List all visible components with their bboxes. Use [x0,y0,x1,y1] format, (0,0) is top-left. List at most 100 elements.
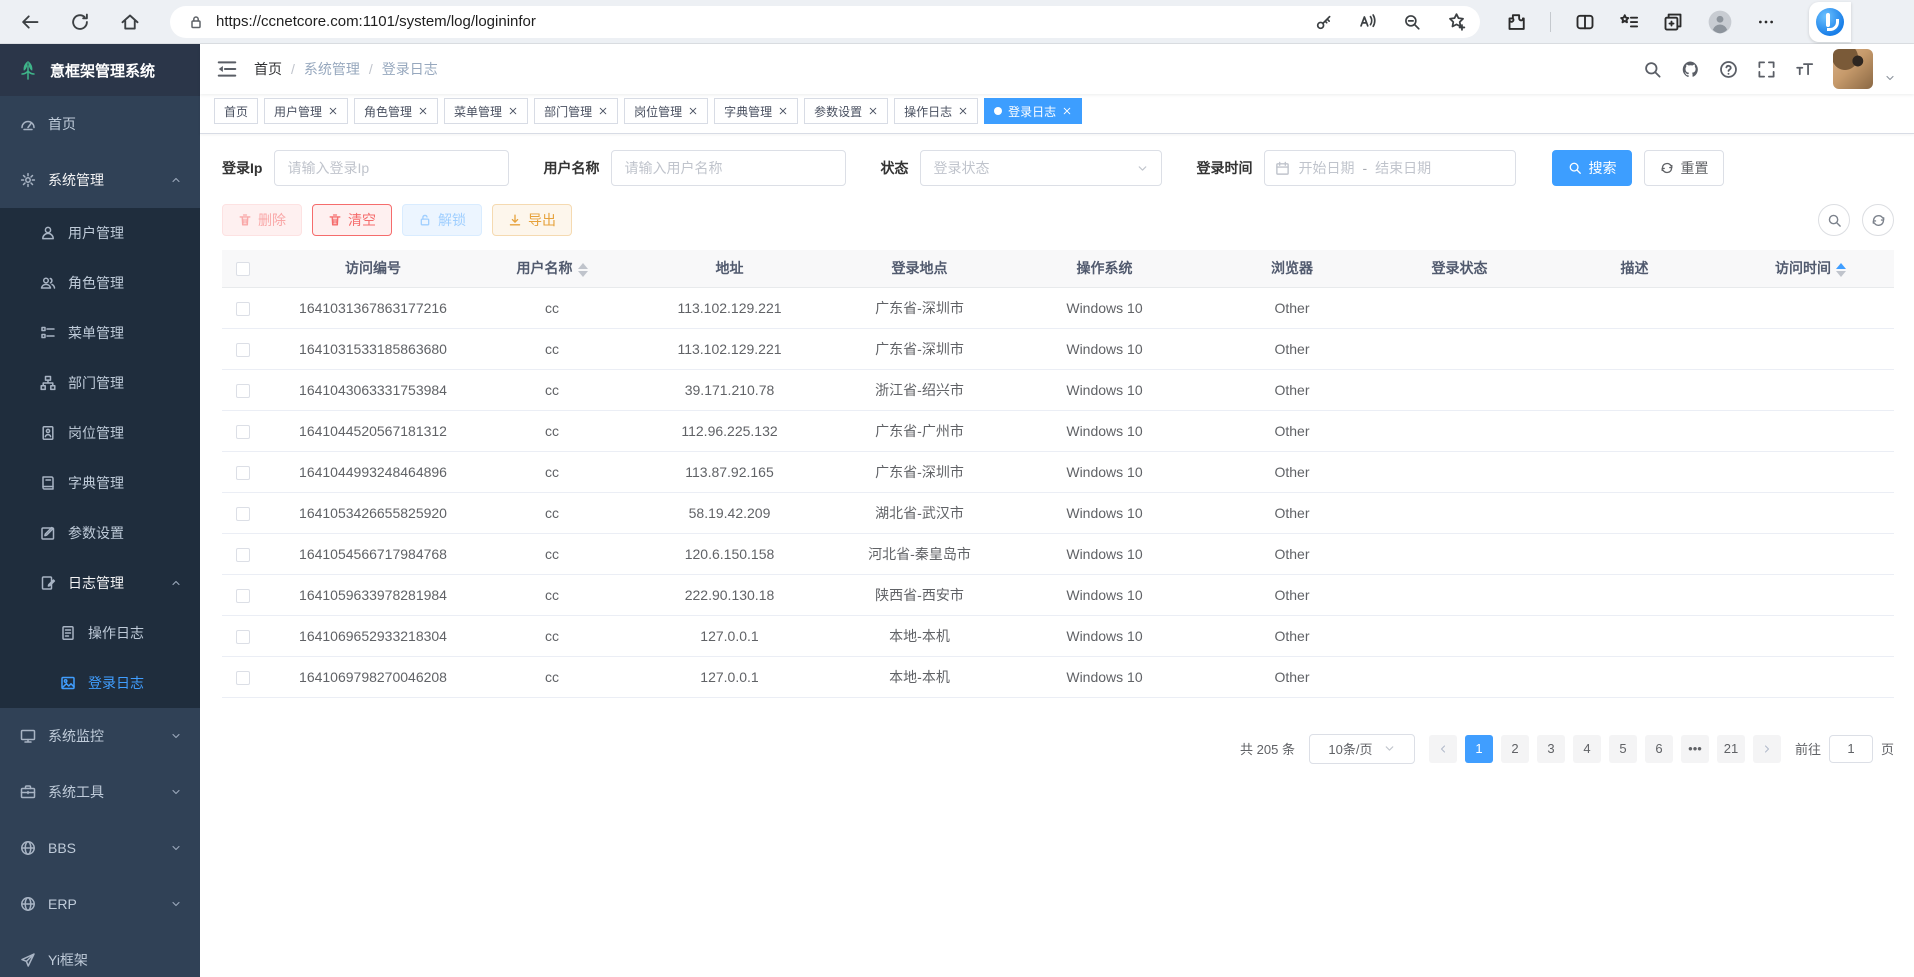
close-icon[interactable] [598,106,608,116]
username-input[interactable] [611,150,846,186]
user-avatar[interactable] [1833,49,1873,89]
close-icon[interactable] [508,106,518,116]
breadcrumb-home[interactable]: 首页 [254,59,282,79]
sidebar-item-role-mgmt[interactable]: 角色管理 [0,258,200,308]
sidebar-item-system-tools[interactable]: 系统工具 [0,764,200,820]
row-checkbox[interactable] [236,466,250,480]
sidebar-item-dept-mgmt[interactable]: 部门管理 [0,358,200,408]
search-button[interactable]: 搜索 [1552,150,1632,186]
tab-param-settings[interactable]: 参数设置 [804,98,888,124]
header-search-icon[interactable] [1643,60,1662,79]
zoom-out-icon[interactable] [1403,13,1421,31]
sidebar-item-system-monitor[interactable]: 系统监控 [0,708,200,764]
tab-dept-mgmt[interactable]: 部门管理 [534,98,618,124]
github-icon[interactable] [1681,60,1700,79]
breadcrumb-system-mgmt[interactable]: 系统管理 [304,59,360,79]
tab-role-mgmt[interactable]: 角色管理 [354,98,438,124]
ip-input[interactable] [274,150,509,186]
row-checkbox[interactable] [236,589,250,603]
close-icon[interactable] [418,106,428,116]
row-checkbox[interactable] [236,630,250,644]
tab-post-mgmt[interactable]: 岗位管理 [624,98,708,124]
favorite-star-icon[interactable] [1447,12,1466,31]
col-username[interactable]: 用户名称 [482,250,622,287]
page-size-select[interactable]: 10条/页 [1309,734,1415,764]
close-icon[interactable] [778,106,788,116]
favorites-bar-icon[interactable] [1619,12,1639,32]
font-size-icon[interactable] [1795,60,1814,79]
row-checkbox[interactable] [236,671,250,685]
browser-menu-icon[interactable] [1757,13,1775,31]
sidebar-item-menu-mgmt[interactable]: 菜单管理 [0,308,200,358]
sort-icons[interactable] [1836,263,1846,277]
sidebar-item-home[interactable]: 首页 [0,96,200,152]
read-aloud-icon[interactable] [1359,13,1377,31]
sidebar-item-erp[interactable]: ERP [0,876,200,932]
tab-user-mgmt[interactable]: 用户管理 [264,98,348,124]
tab-menu-mgmt[interactable]: 菜单管理 [444,98,528,124]
sidebar-item-system-mgmt[interactable]: 系统管理 [0,152,200,208]
tab-operation-log[interactable]: 操作日志 [894,98,978,124]
prev-page-button[interactable] [1429,735,1457,763]
toggle-search-button[interactable] [1818,204,1850,236]
date-range-picker[interactable]: 开始日期 - 结束日期 [1264,150,1516,186]
sidebar-item-post-mgmt[interactable]: 岗位管理 [0,408,200,458]
row-checkbox[interactable] [236,384,250,398]
site-lock-icon[interactable] [188,14,204,30]
sort-icons[interactable] [578,263,588,277]
app-logo[interactable]: 意框架管理系统 [0,44,200,96]
page-button-21[interactable]: 21 [1717,735,1745,763]
page-button-2[interactable]: 2 [1501,735,1529,763]
clear-button[interactable]: 清空 [312,204,392,236]
row-checkbox[interactable] [236,302,250,316]
sidebar-item-login-log[interactable]: 登录日志 [0,658,200,708]
row-checkbox[interactable] [236,548,250,562]
unlock-button[interactable]: 解锁 [402,204,482,236]
sidebar-item-log-mgmt[interactable]: 日志管理 [0,558,200,608]
close-icon[interactable] [958,106,968,116]
sidebar-collapse-icon[interactable] [216,58,238,80]
row-checkbox[interactable] [236,425,250,439]
page-button-5[interactable]: 5 [1609,735,1637,763]
split-screen-icon[interactable] [1575,12,1595,32]
end-date-placeholder[interactable]: 结束日期 [1375,158,1431,178]
copilot-bing-button[interactable] [1809,2,1851,42]
close-icon[interactable] [328,106,338,116]
sidebar-item-dict-mgmt[interactable]: 字典管理 [0,458,200,508]
browser-back-icon[interactable] [20,12,40,32]
goto-page-input[interactable] [1829,735,1873,763]
sidebar-item-bbs[interactable]: BBS [0,820,200,876]
password-key-icon[interactable] [1315,13,1333,31]
close-icon[interactable] [868,106,878,116]
sidebar-item-param-settings[interactable]: 参数设置 [0,508,200,558]
row-checkbox[interactable] [236,343,250,357]
fullscreen-icon[interactable] [1757,60,1776,79]
start-date-placeholder[interactable]: 开始日期 [1298,158,1354,178]
browser-profile-icon[interactable] [1707,9,1733,35]
refresh-table-button[interactable] [1862,204,1894,236]
sidebar-item-user-mgmt[interactable]: 用户管理 [0,208,200,258]
browser-home-icon[interactable] [120,12,140,32]
select-all-checkbox[interactable] [236,262,250,276]
page-more-button[interactable]: ••• [1681,735,1709,763]
browser-refresh-icon[interactable] [70,12,90,32]
next-page-button[interactable] [1753,735,1781,763]
page-button-1[interactable]: 1 [1465,735,1493,763]
page-button-6[interactable]: 6 [1645,735,1673,763]
page-button-3[interactable]: 3 [1537,735,1565,763]
status-select[interactable]: 登录状态 [920,150,1162,186]
url-text[interactable]: https://ccnetcore.com:1101/system/log/lo… [216,13,1315,30]
delete-button[interactable]: 删除 [222,204,302,236]
row-checkbox[interactable] [236,507,250,521]
address-bar[interactable]: https://ccnetcore.com:1101/system/log/lo… [170,6,1480,38]
sidebar-item-operation-log[interactable]: 操作日志 [0,608,200,658]
tab-home[interactable]: 首页 [214,98,258,124]
page-button-4[interactable]: 4 [1573,735,1601,763]
sidebar-item-yi-framework[interactable]: Yi框架 [0,932,200,977]
close-icon[interactable] [1062,106,1072,116]
extensions-icon[interactable] [1506,12,1526,32]
avatar-caret-icon[interactable] [1884,72,1896,84]
export-button[interactable]: 导出 [492,204,572,236]
col-time[interactable]: 访问时间 [1727,250,1894,287]
tab-login-log[interactable]: 登录日志 [984,98,1082,124]
